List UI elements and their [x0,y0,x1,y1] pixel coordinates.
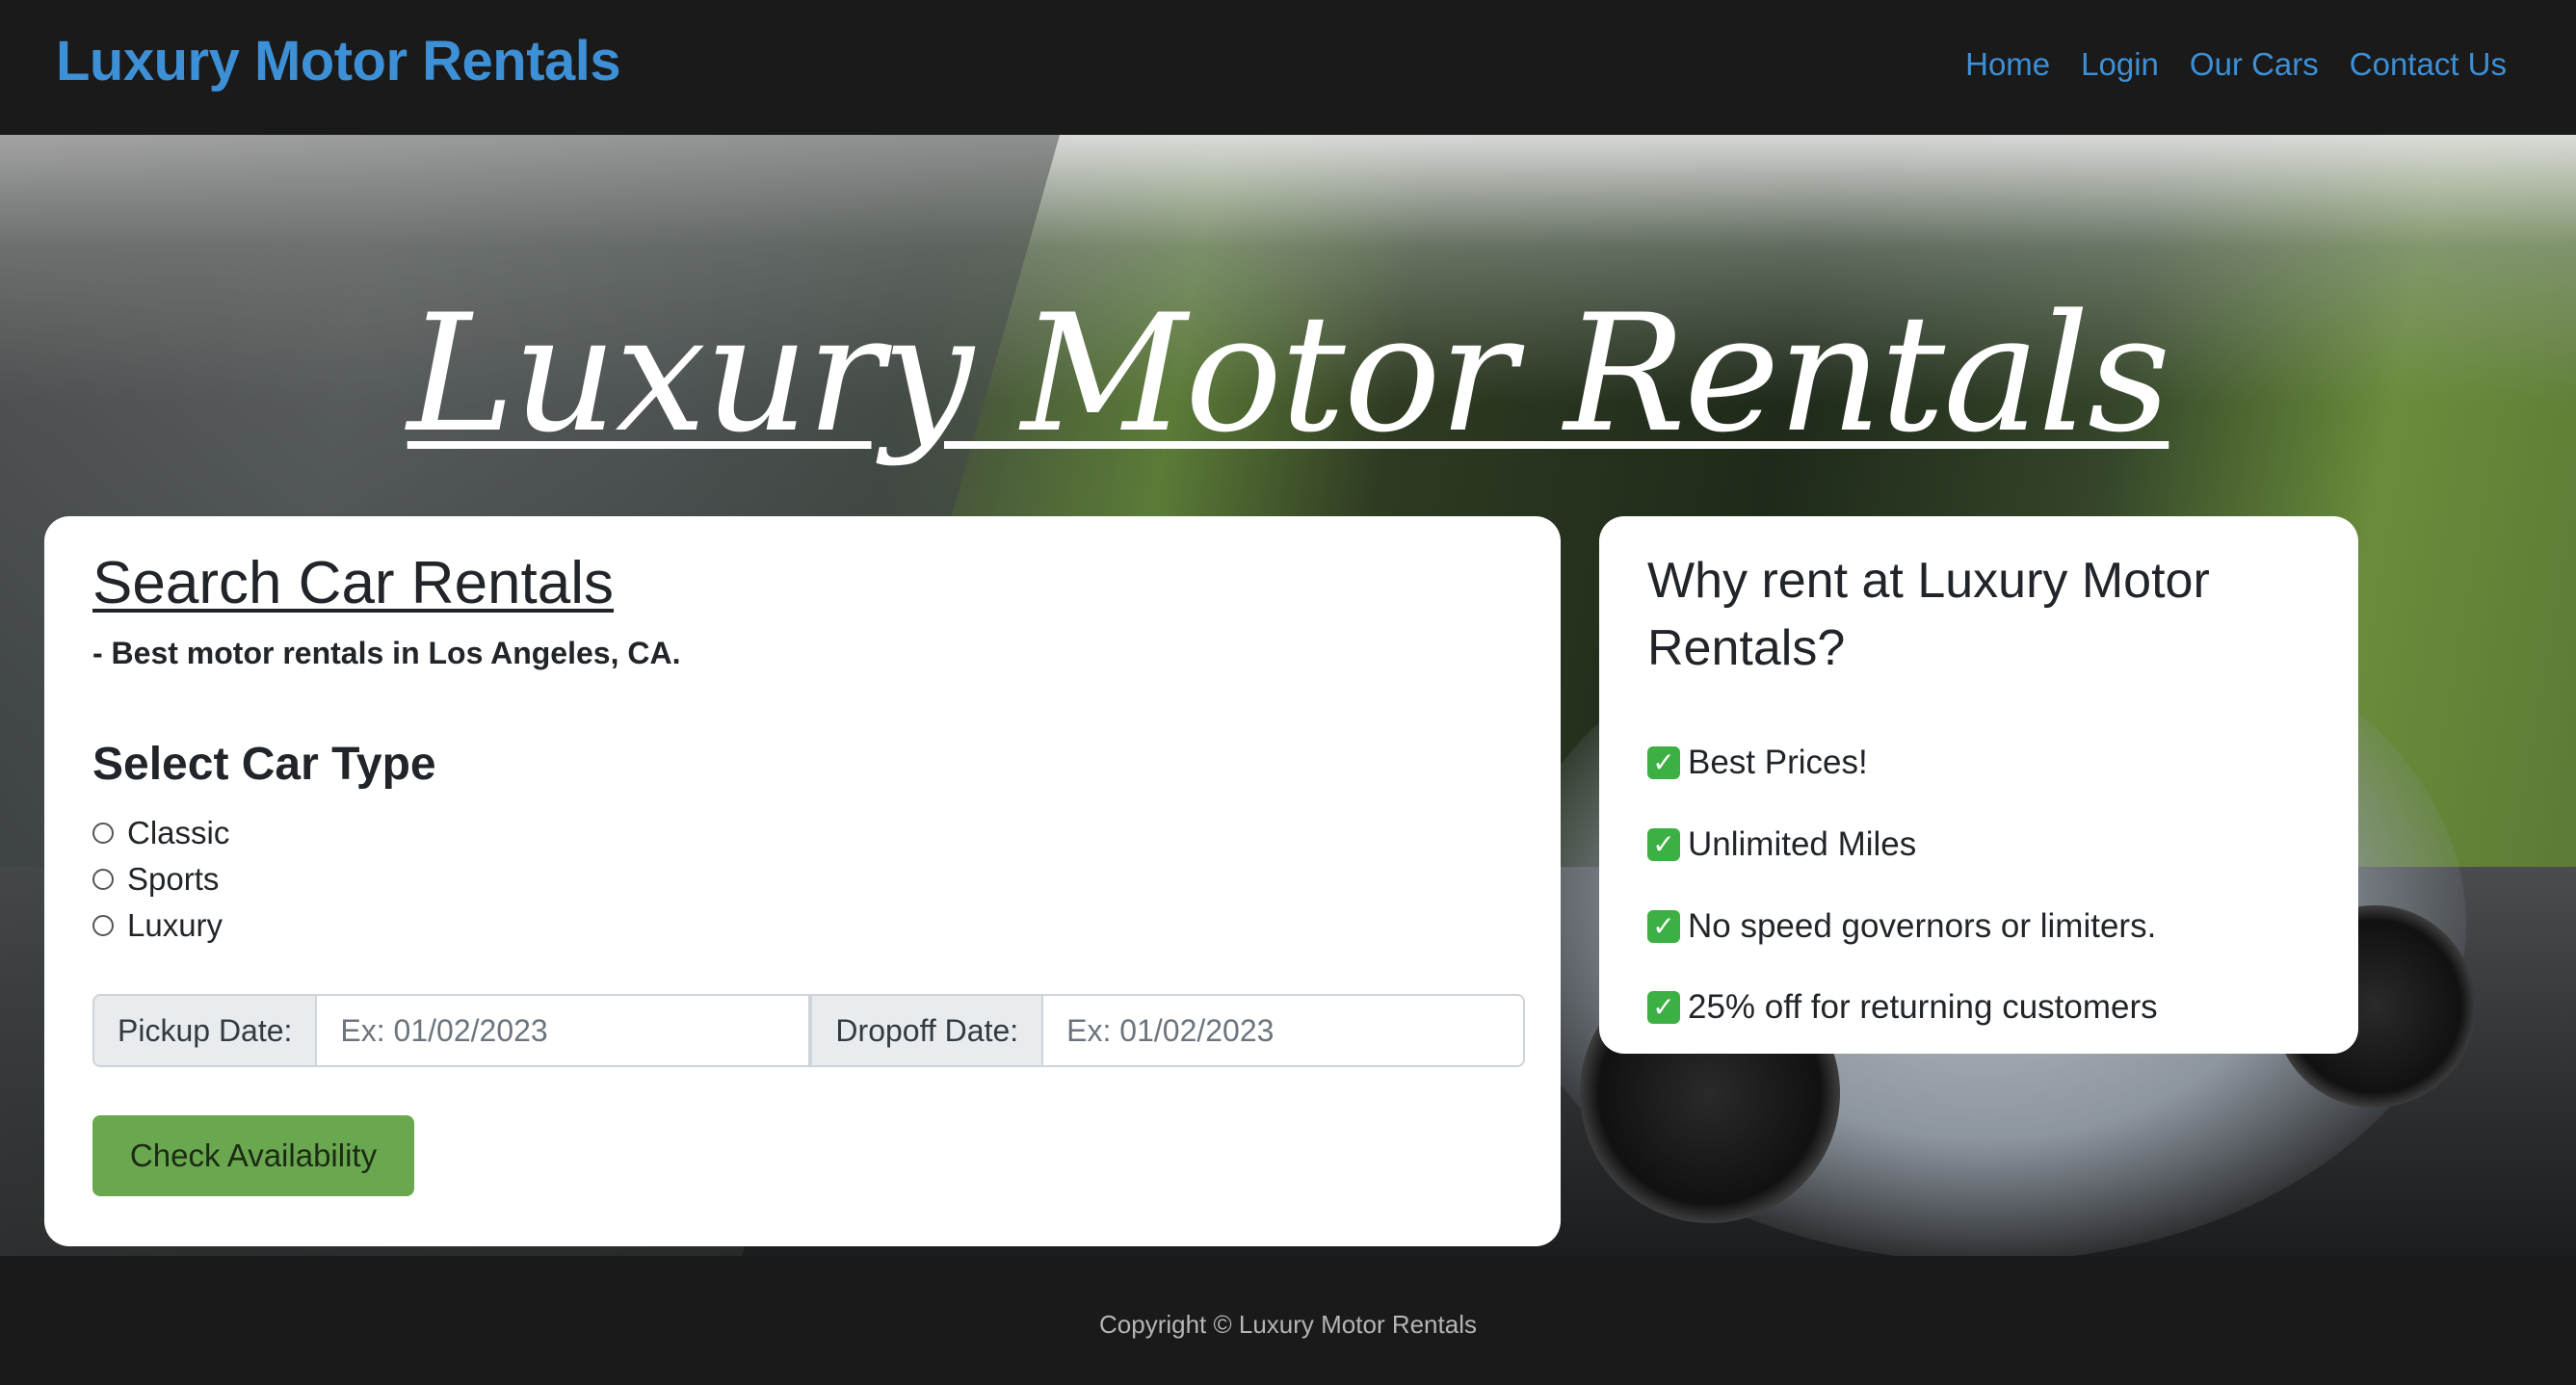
hero-title: Luxury Motor Rentals [407,279,2171,468]
pickup-date-input[interactable]: Ex: 01/02/2023 [317,994,811,1067]
search-subtitle: - Best motor rentals in Los Angeles, CA. [92,636,681,670]
nav-link-contact-us[interactable]: Contact Us [2350,46,2507,83]
radio-label: Sports [127,861,220,897]
check-mark-icon: ✓ [1647,828,1680,861]
radio-button[interactable] [92,869,114,890]
radio-button[interactable] [92,823,114,844]
benefit-text: 25% off for returning customers [1688,988,2158,1026]
benefit-text: No speed governors or limiters. [1688,907,2157,945]
nav-link-login[interactable]: Login [2081,46,2159,83]
nav-link-home[interactable]: Home [1965,46,2050,83]
benefit-text: Best Prices! [1688,744,1868,781]
check-mark-icon: ✓ [1647,991,1680,1024]
radio-label: Luxury [127,907,223,943]
dropoff-date-input[interactable]: Ex: 01/02/2023 [1043,994,1526,1067]
benefit-item: ✓ Best Prices! [1647,744,1868,782]
benefit-item: ✓ No speed governors or limiters. [1647,907,2156,946]
brand-logo-text[interactable]: Luxury Motor Rentals [56,29,621,93]
benefit-item: ✓ Unlimited Miles [1647,825,1916,864]
radio-option-luxury[interactable]: Luxury [92,907,223,944]
why-rent-title: Why rent at Luxury Motor Rentals? [1647,553,2210,676]
nav-link-our-cars[interactable]: Our Cars [2190,46,2319,83]
check-availability-button[interactable]: Check Availability [92,1115,414,1196]
why-rent-card: Why rent at Luxury Motor Rentals? ✓ Best… [1599,516,2358,1054]
car-type-heading: Select Car Type [92,739,436,790]
pickup-date-label: Pickup Date: [92,994,318,1067]
search-title: Search Car Rentals [92,550,615,616]
benefit-item: ✓ 25% off for returning customers [1647,988,2158,1027]
check-mark-icon: ✓ [1647,746,1680,779]
navbar: Luxury Motor Rentals Home Login Our Cars… [0,0,2576,135]
search-card: Search Car Rentals - Best motor rentals … [44,516,1561,1246]
radio-label: Classic [127,815,230,850]
radio-button[interactable] [92,915,114,936]
radio-option-sports[interactable]: Sports [92,861,219,898]
check-mark-icon: ✓ [1647,910,1680,943]
dropoff-date-label: Dropoff Date: [810,994,1044,1067]
benefit-text: Unlimited Miles [1688,825,1917,863]
date-input-group: Pickup Date: Ex: 01/02/2023 Dropoff Date… [92,994,1526,1067]
radio-option-classic[interactable]: Classic [92,815,229,851]
nav-links: Home Login Our Cars Contact Us [1965,46,2507,83]
footer-copyright: Copyright © Luxury Motor Rentals [1099,1310,1477,1339]
footer: Copyright © Luxury Motor Rentals [0,1256,2576,1385]
